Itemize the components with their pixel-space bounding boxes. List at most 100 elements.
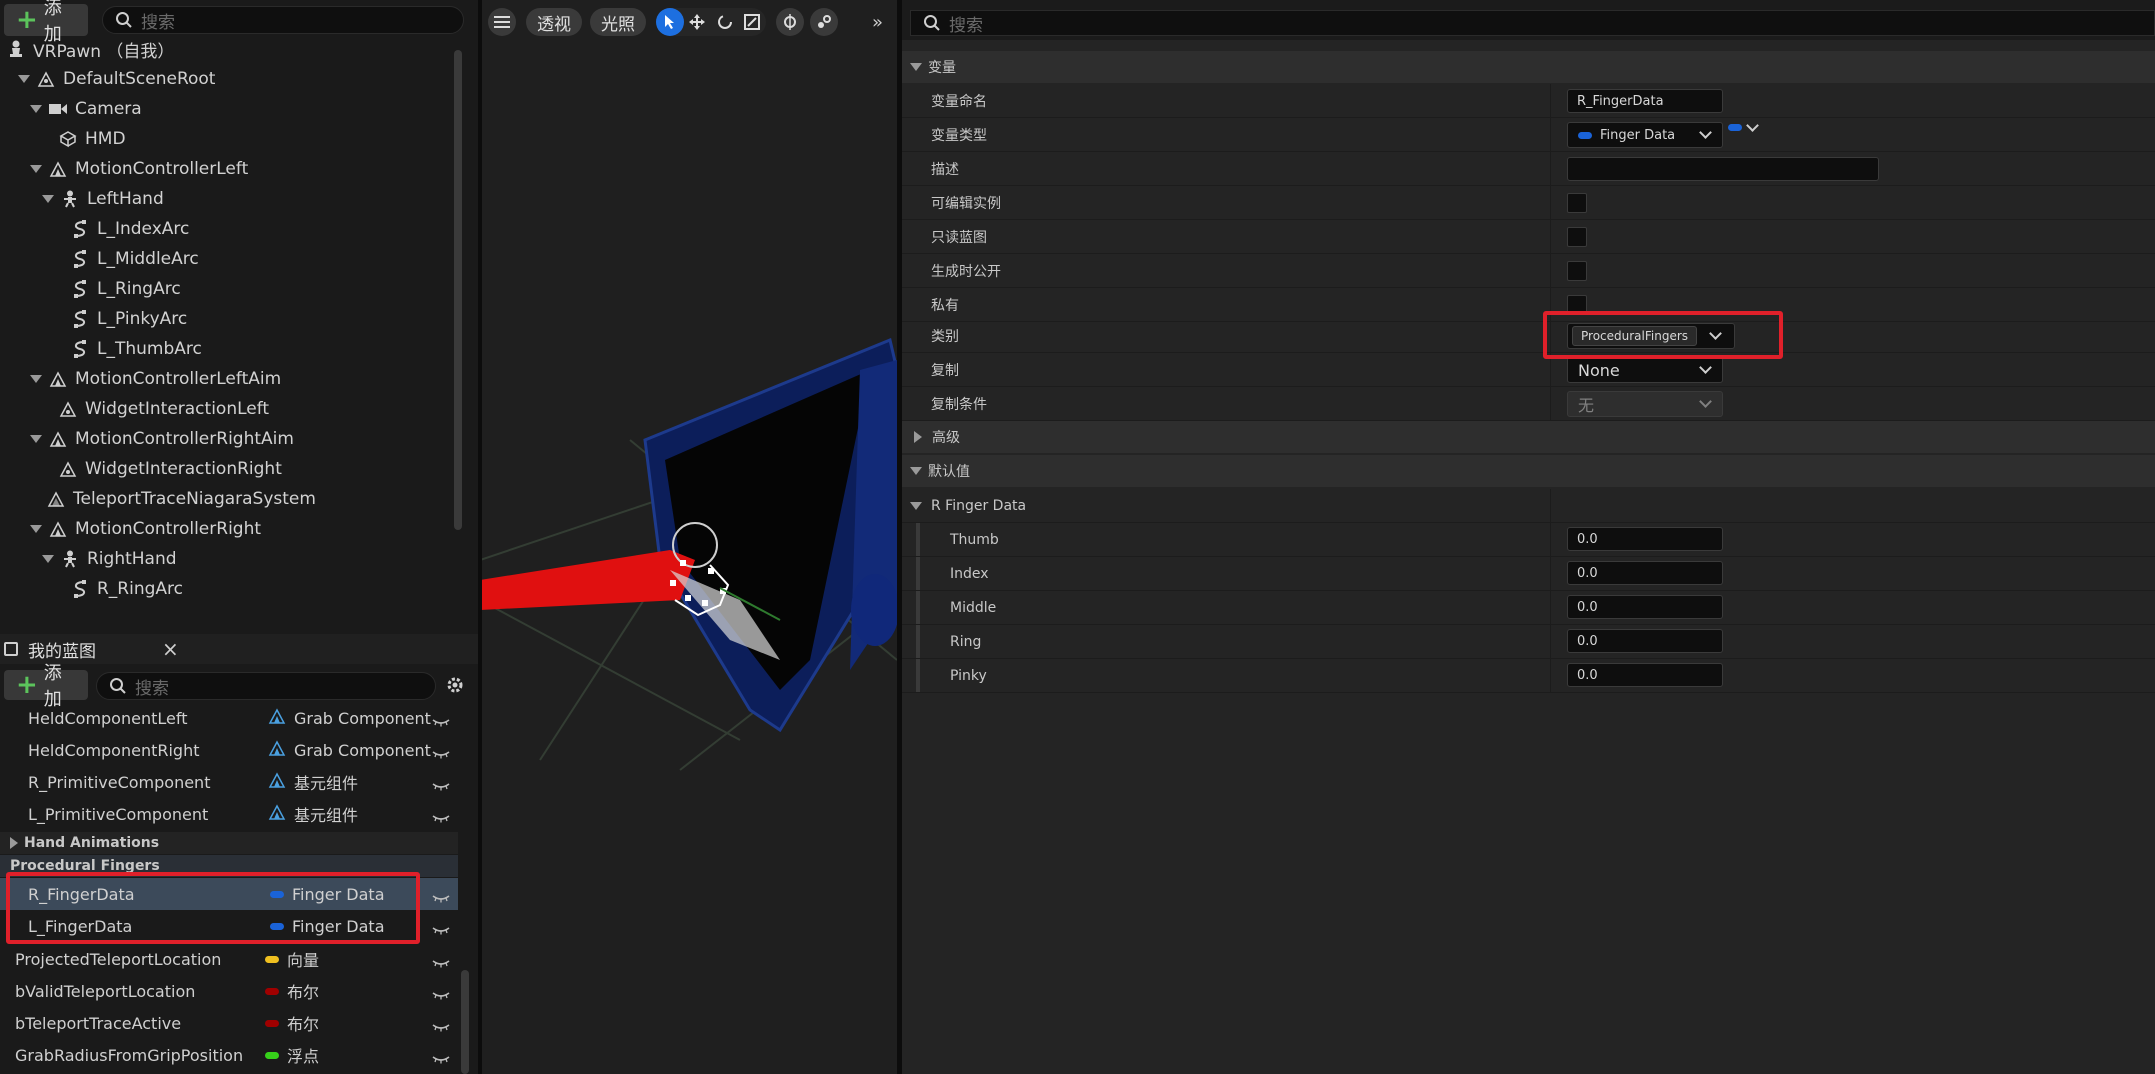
tree-item[interactable]: L_ThumbArc bbox=[70, 334, 202, 364]
scale-tool-icon[interactable] bbox=[739, 14, 767, 30]
tree-item[interactable]: HMD bbox=[58, 124, 126, 154]
blueprint-readonly-label: 只读蓝图 bbox=[931, 229, 987, 246]
details-panel: 搜索 变量 变量命名 R_FingerData 变量类型 Finger Data… bbox=[902, 0, 2155, 1074]
select-tool-icon[interactable] bbox=[656, 8, 684, 36]
gear-icon[interactable] bbox=[444, 674, 466, 696]
finger-value-input[interactable]: 0.0 bbox=[1567, 561, 1723, 585]
container-type-dropdown[interactable] bbox=[1728, 118, 1759, 132]
expose-on-spawn-checkbox[interactable] bbox=[1567, 261, 1587, 281]
variable-name-input[interactable]: R_FingerData bbox=[1567, 89, 1723, 113]
tree-item[interactable]: L_RingArc bbox=[70, 274, 181, 304]
variable-type-dropdown[interactable]: Finger Data bbox=[1567, 122, 1723, 148]
column-divider bbox=[1550, 489, 1551, 522]
visibility-eye-icon[interactable] bbox=[432, 744, 450, 759]
expand-arrow-icon[interactable] bbox=[42, 195, 54, 203]
details-search-input[interactable]: 搜索 bbox=[910, 10, 2155, 36]
spline-icon bbox=[70, 339, 90, 359]
tree-item[interactable]: MotionControllerLeft bbox=[30, 154, 248, 184]
tree-item[interactable]: MotionControllerRight bbox=[30, 514, 261, 544]
row-struct-header[interactable]: R Finger Data bbox=[902, 489, 2155, 523]
tree-item[interactable]: VRPawn （自我） bbox=[6, 34, 174, 64]
expand-arrow-icon[interactable] bbox=[30, 105, 42, 113]
lighting-button[interactable]: 光照 bbox=[590, 8, 646, 36]
tree-item[interactable]: R_RingArc bbox=[70, 574, 183, 604]
visibility-eye-icon[interactable] bbox=[432, 953, 450, 968]
variable-row[interactable]: bValidTeleportLocation 布尔 bbox=[0, 975, 458, 1007]
section-default-value[interactable]: 默认值 bbox=[902, 455, 2155, 487]
tree-item[interactable]: L_MiddleArc bbox=[70, 244, 199, 274]
variable-row[interactable]: ProjectedTeleportLocation 向量 bbox=[0, 943, 458, 975]
add-blueprint-button[interactable]: + 添加 bbox=[4, 663, 88, 710]
tree-item[interactable]: WidgetInteractionLeft bbox=[58, 394, 269, 424]
finger-value-input[interactable]: 0.0 bbox=[1567, 629, 1723, 653]
finger-value-input[interactable]: 0.0 bbox=[1567, 527, 1723, 551]
surface-snap-icon[interactable] bbox=[776, 8, 804, 36]
variable-type: 浮点 bbox=[265, 1043, 319, 1067]
finger-value-input[interactable]: 0.0 bbox=[1567, 663, 1723, 687]
visibility-eye-icon[interactable] bbox=[432, 808, 450, 823]
visibility-eye-icon[interactable] bbox=[432, 1049, 450, 1064]
tree-scrollbar[interactable] bbox=[454, 50, 462, 530]
expand-arrow-icon[interactable] bbox=[30, 435, 42, 443]
category-hand-animations[interactable]: Hand Animations bbox=[0, 832, 458, 854]
expand-arrow-icon[interactable] bbox=[18, 75, 30, 83]
visibility-eye-icon[interactable] bbox=[432, 776, 450, 791]
column-divider bbox=[1550, 625, 1551, 658]
finger-value-input[interactable]: 0.0 bbox=[1567, 595, 1723, 619]
expand-arrow-icon[interactable] bbox=[30, 375, 42, 383]
component-type-icon bbox=[268, 707, 286, 729]
visibility-eye-icon[interactable] bbox=[432, 888, 450, 903]
replication-dropdown[interactable]: None bbox=[1567, 357, 1723, 383]
column-divider bbox=[1550, 523, 1551, 556]
column-divider bbox=[1550, 186, 1551, 219]
perspective-button[interactable]: 透视 bbox=[526, 8, 582, 36]
variable-row[interactable]: GrabRadiusFromGripPosition 浮点 bbox=[0, 1039, 458, 1071]
panel-splitter-left[interactable] bbox=[478, 0, 482, 1074]
tree-item[interactable]: RightHand bbox=[42, 544, 177, 574]
visibility-eye-icon[interactable] bbox=[432, 985, 450, 1000]
visibility-eye-icon[interactable] bbox=[432, 920, 450, 935]
tree-item[interactable]: DefaultSceneRoot bbox=[18, 64, 215, 94]
description-input[interactable] bbox=[1567, 157, 1879, 181]
blueprint-readonly-checkbox[interactable] bbox=[1567, 227, 1587, 247]
tree-item[interactable]: TeleportTraceNiagaraSystem bbox=[46, 484, 316, 514]
variable-row[interactable]: HeldComponentLeft Grab Component bbox=[0, 702, 458, 734]
camera-speed-icon[interactable] bbox=[810, 8, 838, 36]
variable-row[interactable]: HeldComponentRight Grab Component bbox=[0, 734, 458, 766]
rotate-tool-icon[interactable] bbox=[711, 14, 739, 30]
visibility-eye-icon[interactable] bbox=[432, 1017, 450, 1032]
section-advanced[interactable]: 高级 bbox=[902, 421, 2155, 453]
type-pill-icon bbox=[265, 1019, 279, 1027]
blueprint-search-input[interactable]: 搜索 bbox=[96, 672, 436, 700]
tree-item[interactable]: L_IndexArc bbox=[70, 214, 189, 244]
variable-name: HeldComponentLeft bbox=[28, 708, 188, 728]
blueprint-scrollbar[interactable] bbox=[461, 970, 469, 1074]
tree-item[interactable]: Camera bbox=[30, 94, 142, 124]
viewport[interactable]: 透视 光照 » bbox=[480, 0, 897, 1074]
add-component-button[interactable]: + 添加 bbox=[4, 0, 88, 45]
finger-row: Ring 0.0 bbox=[902, 625, 2155, 659]
section-variable[interactable]: 变量 bbox=[902, 51, 2155, 83]
instance-editable-checkbox[interactable] bbox=[1567, 193, 1587, 213]
components-search-input[interactable]: 搜索 bbox=[102, 6, 464, 34]
expand-arrow-icon[interactable] bbox=[42, 555, 54, 563]
variable-row[interactable]: L_PrimitiveComponent 基元组件 bbox=[0, 798, 458, 830]
viewport-menu-button[interactable] bbox=[488, 8, 516, 36]
tree-item[interactable]: WidgetInteractionRight bbox=[58, 454, 282, 484]
tree-item-label: WidgetInteractionRight bbox=[85, 459, 282, 479]
tree-item[interactable]: L_PinkyArc bbox=[70, 304, 187, 334]
tree-item[interactable]: MotionControllerLeftAim bbox=[30, 364, 281, 394]
expand-arrow-icon[interactable] bbox=[30, 165, 42, 173]
move-tool-icon[interactable] bbox=[684, 14, 712, 30]
overflow-chevron-icon[interactable]: » bbox=[872, 12, 883, 33]
expand-arrow-icon[interactable] bbox=[30, 525, 42, 533]
variable-row[interactable]: bTeleportTraceActive 布尔 bbox=[0, 1007, 458, 1039]
finger-value: 0.0 bbox=[1577, 565, 1598, 581]
close-tab-icon[interactable]: × bbox=[162, 637, 179, 661]
tree-item[interactable]: MotionControllerRightAim bbox=[30, 424, 294, 454]
variable-row[interactable]: R_PrimitiveComponent 基元组件 bbox=[0, 766, 458, 798]
tree-item[interactable]: LeftHand bbox=[42, 184, 164, 214]
visibility-eye-icon[interactable] bbox=[432, 712, 450, 727]
variable-type-label: Grab Component bbox=[294, 740, 431, 760]
tree-item-label: L_RingArc bbox=[97, 279, 181, 299]
